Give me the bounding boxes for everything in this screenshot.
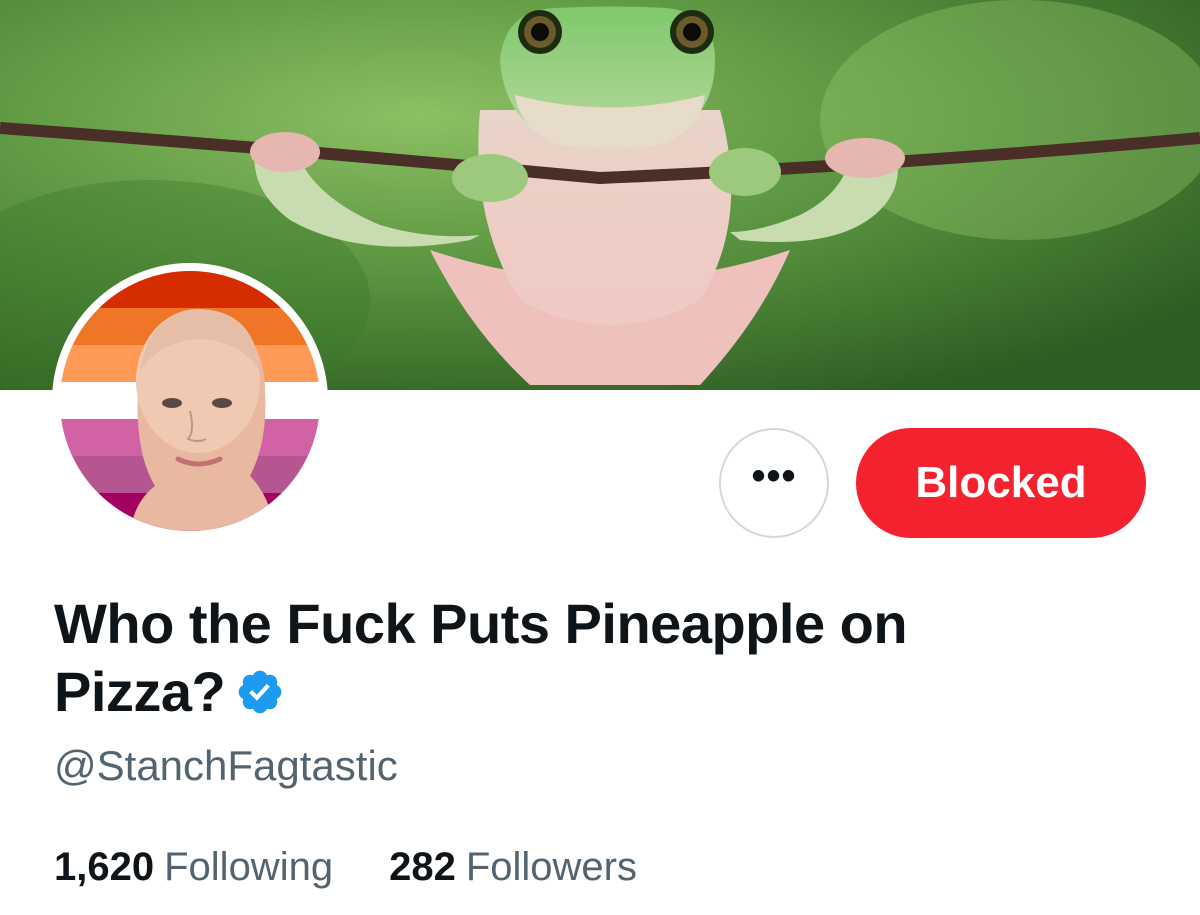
avatar-photo: [60, 271, 320, 531]
blocked-button[interactable]: Blocked: [856, 428, 1146, 538]
more-options-label: •••: [751, 454, 797, 498]
follow-stats: 1,620 Following 282 Followers: [54, 845, 693, 890]
followers-label: Followers: [465, 845, 637, 889]
profile-name-block: Who the Fuck Puts Pineapple on Pizza?: [54, 590, 1054, 726]
following-count: 1,620: [54, 845, 155, 889]
following-label: Following: [164, 845, 334, 889]
avatar-image: [60, 271, 320, 531]
profile-name: Who the Fuck Puts Pineapple on Pizza?: [54, 592, 908, 723]
profile-page: ••• Blocked Who the Fuck Puts Pineapple …: [0, 0, 1200, 915]
verified-badge-icon[interactable]: [235, 667, 285, 717]
following-link[interactable]: 1,620 Following: [54, 845, 333, 890]
more-options-button[interactable]: •••: [719, 428, 829, 538]
avatar[interactable]: [52, 263, 328, 539]
followers-count: 282: [389, 845, 456, 889]
followers-link[interactable]: 282 Followers: [389, 845, 637, 890]
profile-handle: @StanchFagtastic: [54, 742, 398, 789]
